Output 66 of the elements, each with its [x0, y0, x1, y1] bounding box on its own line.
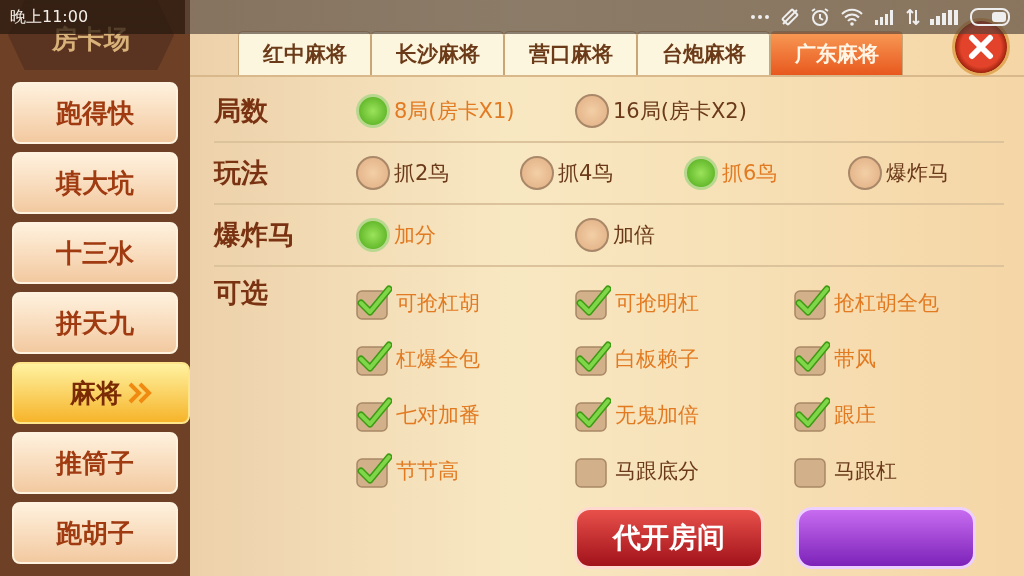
setting-label: 可选 — [214, 276, 269, 310]
battery-icon — [970, 8, 1012, 26]
option-label: 杠爆全包 — [396, 346, 480, 373]
option-label: 无鬼加倍 — [615, 402, 699, 429]
action-button[interactable] — [796, 507, 976, 569]
mahjong-tab[interactable]: 营口麻将 — [504, 31, 637, 75]
option-label: 加倍 — [613, 222, 655, 249]
game-menu-item[interactable]: 填大坑 — [12, 152, 178, 214]
radio-button[interactable] — [356, 94, 390, 128]
option-label: 抓6鸟 — [722, 160, 778, 187]
game-menu-item[interactable]: 跑胡子 — [12, 502, 178, 564]
open-room-button[interactable]: 代开房间 — [574, 507, 764, 569]
setting-label: 爆炸马 — [214, 218, 296, 252]
checkbox[interactable] — [794, 341, 830, 377]
double-chevron-icon — [128, 382, 152, 404]
data-transfer-icon — [906, 9, 920, 25]
radio-button[interactable] — [848, 156, 882, 190]
option-label: 白板赖子 — [615, 346, 699, 373]
option-label: 带风 — [834, 346, 876, 373]
game-menu-item[interactable]: 跑得快 — [12, 82, 178, 144]
option-label: 可抢杠胡 — [396, 290, 480, 317]
mahjong-tab[interactable]: 长沙麻将 — [371, 31, 504, 75]
signal-icon — [930, 9, 960, 25]
mahjong-tab[interactable]: 红中麻将 — [238, 31, 371, 75]
radio-button[interactable] — [520, 156, 554, 190]
checkbox[interactable] — [575, 285, 611, 321]
game-menu-item[interactable]: 推筒子 — [12, 432, 178, 494]
checkbox[interactable] — [575, 341, 611, 377]
option-label: 马跟底分 — [615, 458, 699, 485]
option-label: 8局(房卡X1) — [394, 98, 515, 125]
wifi-icon — [840, 8, 864, 26]
option-label: 抓2鸟 — [394, 160, 450, 187]
setting-label: 局数 — [214, 94, 269, 128]
radio-button[interactable] — [575, 94, 609, 128]
option-label: 16局(房卡X2) — [613, 98, 747, 125]
radio-button[interactable] — [356, 156, 390, 190]
alarm-icon — [810, 7, 830, 27]
option-label: 爆炸马 — [886, 160, 949, 187]
option-label: 跟庄 — [834, 402, 876, 429]
radio-button[interactable] — [356, 218, 390, 252]
close-icon — [968, 34, 994, 60]
checkbox[interactable] — [794, 285, 830, 321]
more-icon — [750, 14, 770, 20]
checkbox[interactable] — [356, 341, 392, 377]
radio-button[interactable] — [684, 156, 718, 190]
checkbox[interactable] — [356, 397, 392, 433]
status-time: 晚上11:00 — [10, 6, 89, 26]
option-label: 抢杠胡全包 — [834, 290, 939, 317]
option-label: 抓4鸟 — [558, 160, 614, 187]
option-label: 加分 — [394, 222, 436, 249]
setting-label: 玩法 — [214, 156, 269, 190]
checkbox[interactable] — [356, 453, 392, 489]
game-menu-item[interactable]: 拼天九 — [12, 292, 178, 354]
mahjong-tab[interactable]: 广东麻将 — [770, 31, 903, 75]
mahjong-tab[interactable]: 台炮麻将 — [637, 31, 770, 75]
option-label: 七对加番 — [396, 402, 480, 429]
checkbox[interactable] — [794, 397, 830, 433]
checkbox[interactable] — [575, 397, 611, 433]
radio-button[interactable] — [575, 218, 609, 252]
game-menu-item[interactable]: 十三水 — [12, 222, 178, 284]
option-label: 马跟杠 — [834, 458, 897, 485]
signal-icon — [874, 9, 896, 25]
option-label: 节节高 — [396, 458, 459, 485]
option-label: 可抢明杠 — [615, 290, 699, 317]
game-menu-item[interactable]: 麻将 — [12, 362, 190, 424]
checkbox[interactable] — [356, 285, 392, 321]
